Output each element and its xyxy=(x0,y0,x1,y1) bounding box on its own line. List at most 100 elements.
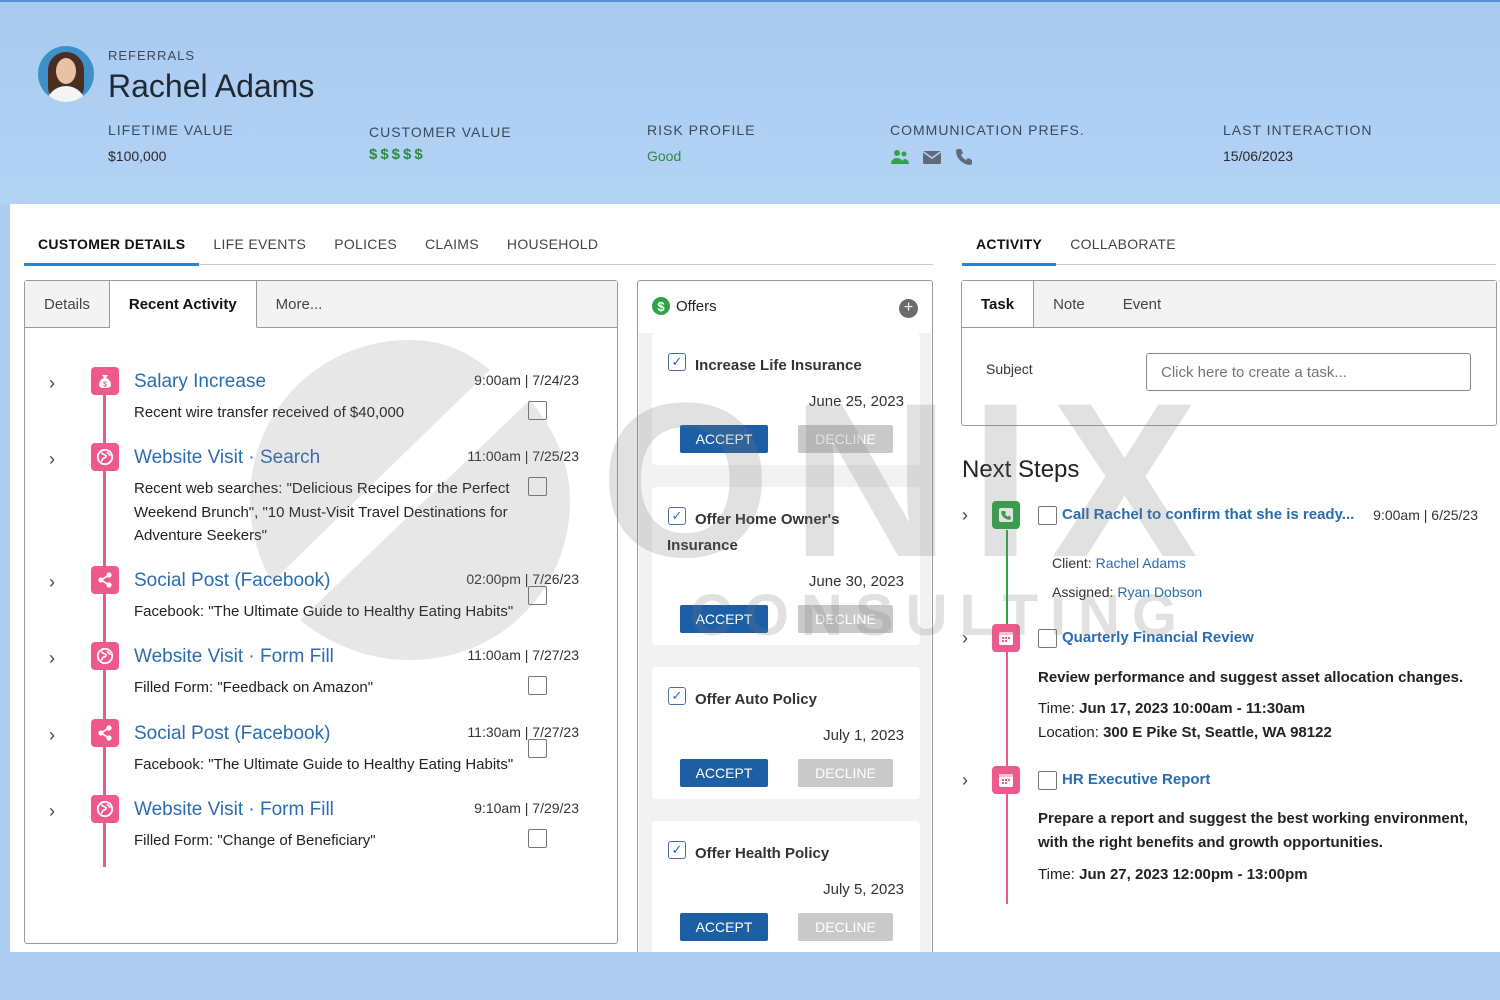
offer-name: Offer Auto Policy xyxy=(695,691,817,708)
tab-activity[interactable]: ACTIVITY xyxy=(962,204,1057,266)
risk-profile: RISK PROFILE Good xyxy=(647,122,755,164)
activity-tabs: ACTIVITY COLLABORATE xyxy=(962,204,1496,266)
next-step-title[interactable]: HR Executive Report xyxy=(1062,771,1210,788)
customer-value: CUSTOMER VALUE $$$$$ xyxy=(369,124,512,163)
activity-desc: Facebook: "The Ultimate Guide to Healthy… xyxy=(134,603,514,620)
next-step-desc: Prepare a report and suggest the best wo… xyxy=(1038,810,1469,851)
mail-icon[interactable] xyxy=(922,148,942,166)
decline-button[interactable]: DECLINE xyxy=(798,605,893,633)
phone-icon[interactable] xyxy=(954,148,974,166)
calendar-icon xyxy=(992,624,1020,652)
communication-prefs: COMMUNICATION PREFS. xyxy=(890,122,1085,166)
share-icon xyxy=(91,719,119,747)
next-step-checkbox[interactable] xyxy=(1038,506,1057,525)
activity-checkbox[interactable] xyxy=(528,676,547,695)
accept-button[interactable]: ACCEPT xyxy=(680,605,768,633)
next-step-desc: Review performance and suggest asset all… xyxy=(1038,669,1464,686)
tab-polices[interactable]: POLICES xyxy=(320,204,411,264)
tab-life-events[interactable]: LIFE EVENTS xyxy=(199,204,320,264)
activity-title[interactable]: Website Visit · Search xyxy=(134,447,320,469)
next-step-checkbox[interactable] xyxy=(1038,629,1057,648)
next-steps-title: Next Steps xyxy=(962,456,1080,483)
chevron-right-icon[interactable]: › xyxy=(49,725,55,746)
next-step-time-line: Time: Jun 27, 2023 12:00pm - 13:00pm xyxy=(1038,866,1308,883)
offer-name: Offer Health Policy xyxy=(695,845,830,862)
tab-note[interactable]: Note xyxy=(1034,281,1104,327)
offer-date: June 30, 2023 xyxy=(808,573,904,590)
chevron-right-icon[interactable]: › xyxy=(49,449,55,470)
activity-checkbox[interactable] xyxy=(528,477,547,496)
activity-checkbox[interactable] xyxy=(528,829,547,848)
decline-button[interactable]: DECLINE xyxy=(798,913,893,941)
tab-collaborate[interactable]: COLLABORATE xyxy=(1056,204,1190,264)
client-link[interactable]: Rachel Adams xyxy=(1096,555,1186,571)
chevron-right-icon[interactable]: › xyxy=(49,648,55,669)
activity-title[interactable]: Social Post (Facebook) xyxy=(134,723,330,745)
next-step-title[interactable]: Call Rachel to confirm that she is ready… xyxy=(1062,506,1354,523)
customer-value-label: CUSTOMER VALUE xyxy=(369,124,512,140)
people-icon[interactable] xyxy=(890,148,910,166)
subtab-more[interactable]: More... xyxy=(256,281,342,327)
activity-desc: Recent web searches: "Delicious Recipes … xyxy=(134,480,510,544)
activity-checkbox[interactable] xyxy=(528,401,547,420)
decline-button[interactable]: DECLINE xyxy=(798,759,893,787)
offer-card: ✓ Offer Home Owner's Insurance June 30, … xyxy=(652,487,920,645)
chevron-right-icon[interactable]: › xyxy=(962,505,968,526)
globe-icon xyxy=(91,443,119,471)
add-offer-button[interactable]: + xyxy=(899,299,918,318)
timeline-line xyxy=(103,367,106,867)
activity-time: 11:00am | 7/27/23 xyxy=(467,647,579,663)
tab-household[interactable]: HOUSEHOLD xyxy=(493,204,612,264)
subject-input[interactable] xyxy=(1146,353,1471,391)
globe-icon xyxy=(91,642,119,670)
next-step-checkbox[interactable] xyxy=(1038,771,1057,790)
task-tabs: Task Note Event xyxy=(962,281,1496,328)
decline-button[interactable]: DECLINE xyxy=(798,425,893,453)
activity-title[interactable]: Social Post (Facebook) xyxy=(134,570,330,592)
activity-title[interactable]: Website Visit · Form Fill xyxy=(134,799,334,821)
next-step-time-line: Time: Jun 17, 2023 10:00am - 11:30am xyxy=(1038,700,1306,717)
tab-claims[interactable]: CLAIMS xyxy=(411,204,493,264)
activity-title[interactable]: Salary Increase xyxy=(134,371,266,393)
globe-icon xyxy=(91,795,119,823)
lifetime-value-label: LIFETIME VALUE xyxy=(108,122,234,138)
communication-prefs-label: COMMUNICATION PREFS. xyxy=(890,122,1085,138)
offers-header: $ Offers xyxy=(652,297,717,315)
offer-card: ✓ Increase Life Insurance June 25, 2023 … xyxy=(652,333,920,465)
activity-desc: Facebook: "The Ultimate Guide to Healthy… xyxy=(134,756,514,773)
subtab-details[interactable]: Details xyxy=(25,281,110,327)
subject-label: Subject xyxy=(986,361,1033,377)
activity-checkbox[interactable] xyxy=(528,586,547,605)
activity-time: 11:30am | 7/27/23 xyxy=(467,724,579,740)
share-icon xyxy=(91,566,119,594)
activity-desc: Filled Form: "Feedback on Amazon" xyxy=(134,679,374,696)
next-step-location-line: Location: 300 E Pike St, Seattle, WA 981… xyxy=(1038,724,1332,741)
chevron-right-icon[interactable]: › xyxy=(49,373,55,394)
offer-card: ✓ Offer Health Policy July 5, 2023 ACCEP… xyxy=(652,821,920,952)
tab-task[interactable]: Task xyxy=(962,281,1035,327)
activity-time: 11:00am | 7/25/23 xyxy=(467,448,579,464)
activity-checkbox[interactable] xyxy=(528,739,547,758)
chevron-right-icon[interactable]: › xyxy=(962,628,968,649)
customer-header: REFERRALS Rachel Adams LIFETIME VALUE $1… xyxy=(0,2,1500,204)
tab-customer-details[interactable]: CUSTOMER DETAILS xyxy=(24,204,200,266)
subtab-recent-activity[interactable]: Recent Activity xyxy=(109,281,257,328)
bottom-band xyxy=(0,952,1500,1000)
offer-date: July 5, 2023 xyxy=(823,881,904,898)
client-line: Client: Rachel Adams xyxy=(1052,555,1186,571)
risk-profile-label: RISK PROFILE xyxy=(647,122,756,138)
offers-title: Offers xyxy=(676,297,717,315)
tab-event[interactable]: Event xyxy=(1103,281,1181,327)
chevron-right-icon[interactable]: › xyxy=(49,801,55,822)
chevron-right-icon[interactable]: › xyxy=(49,572,55,593)
assigned-link[interactable]: Ryan Dobson xyxy=(1117,584,1202,600)
next-step-title[interactable]: Quarterly Financial Review xyxy=(1062,629,1254,646)
offer-name: Increase Life Insurance xyxy=(695,357,862,374)
activity-title[interactable]: Website Visit · Form Fill xyxy=(134,646,334,668)
accept-button[interactable]: ACCEPT xyxy=(680,759,768,787)
record-type-label: REFERRALS xyxy=(108,48,196,63)
chevron-right-icon[interactable]: › xyxy=(962,770,968,791)
accept-button[interactable]: ACCEPT xyxy=(680,913,768,941)
accept-button[interactable]: ACCEPT xyxy=(680,425,768,453)
activity-time: 9:10am | 7/29/23 xyxy=(474,800,579,816)
